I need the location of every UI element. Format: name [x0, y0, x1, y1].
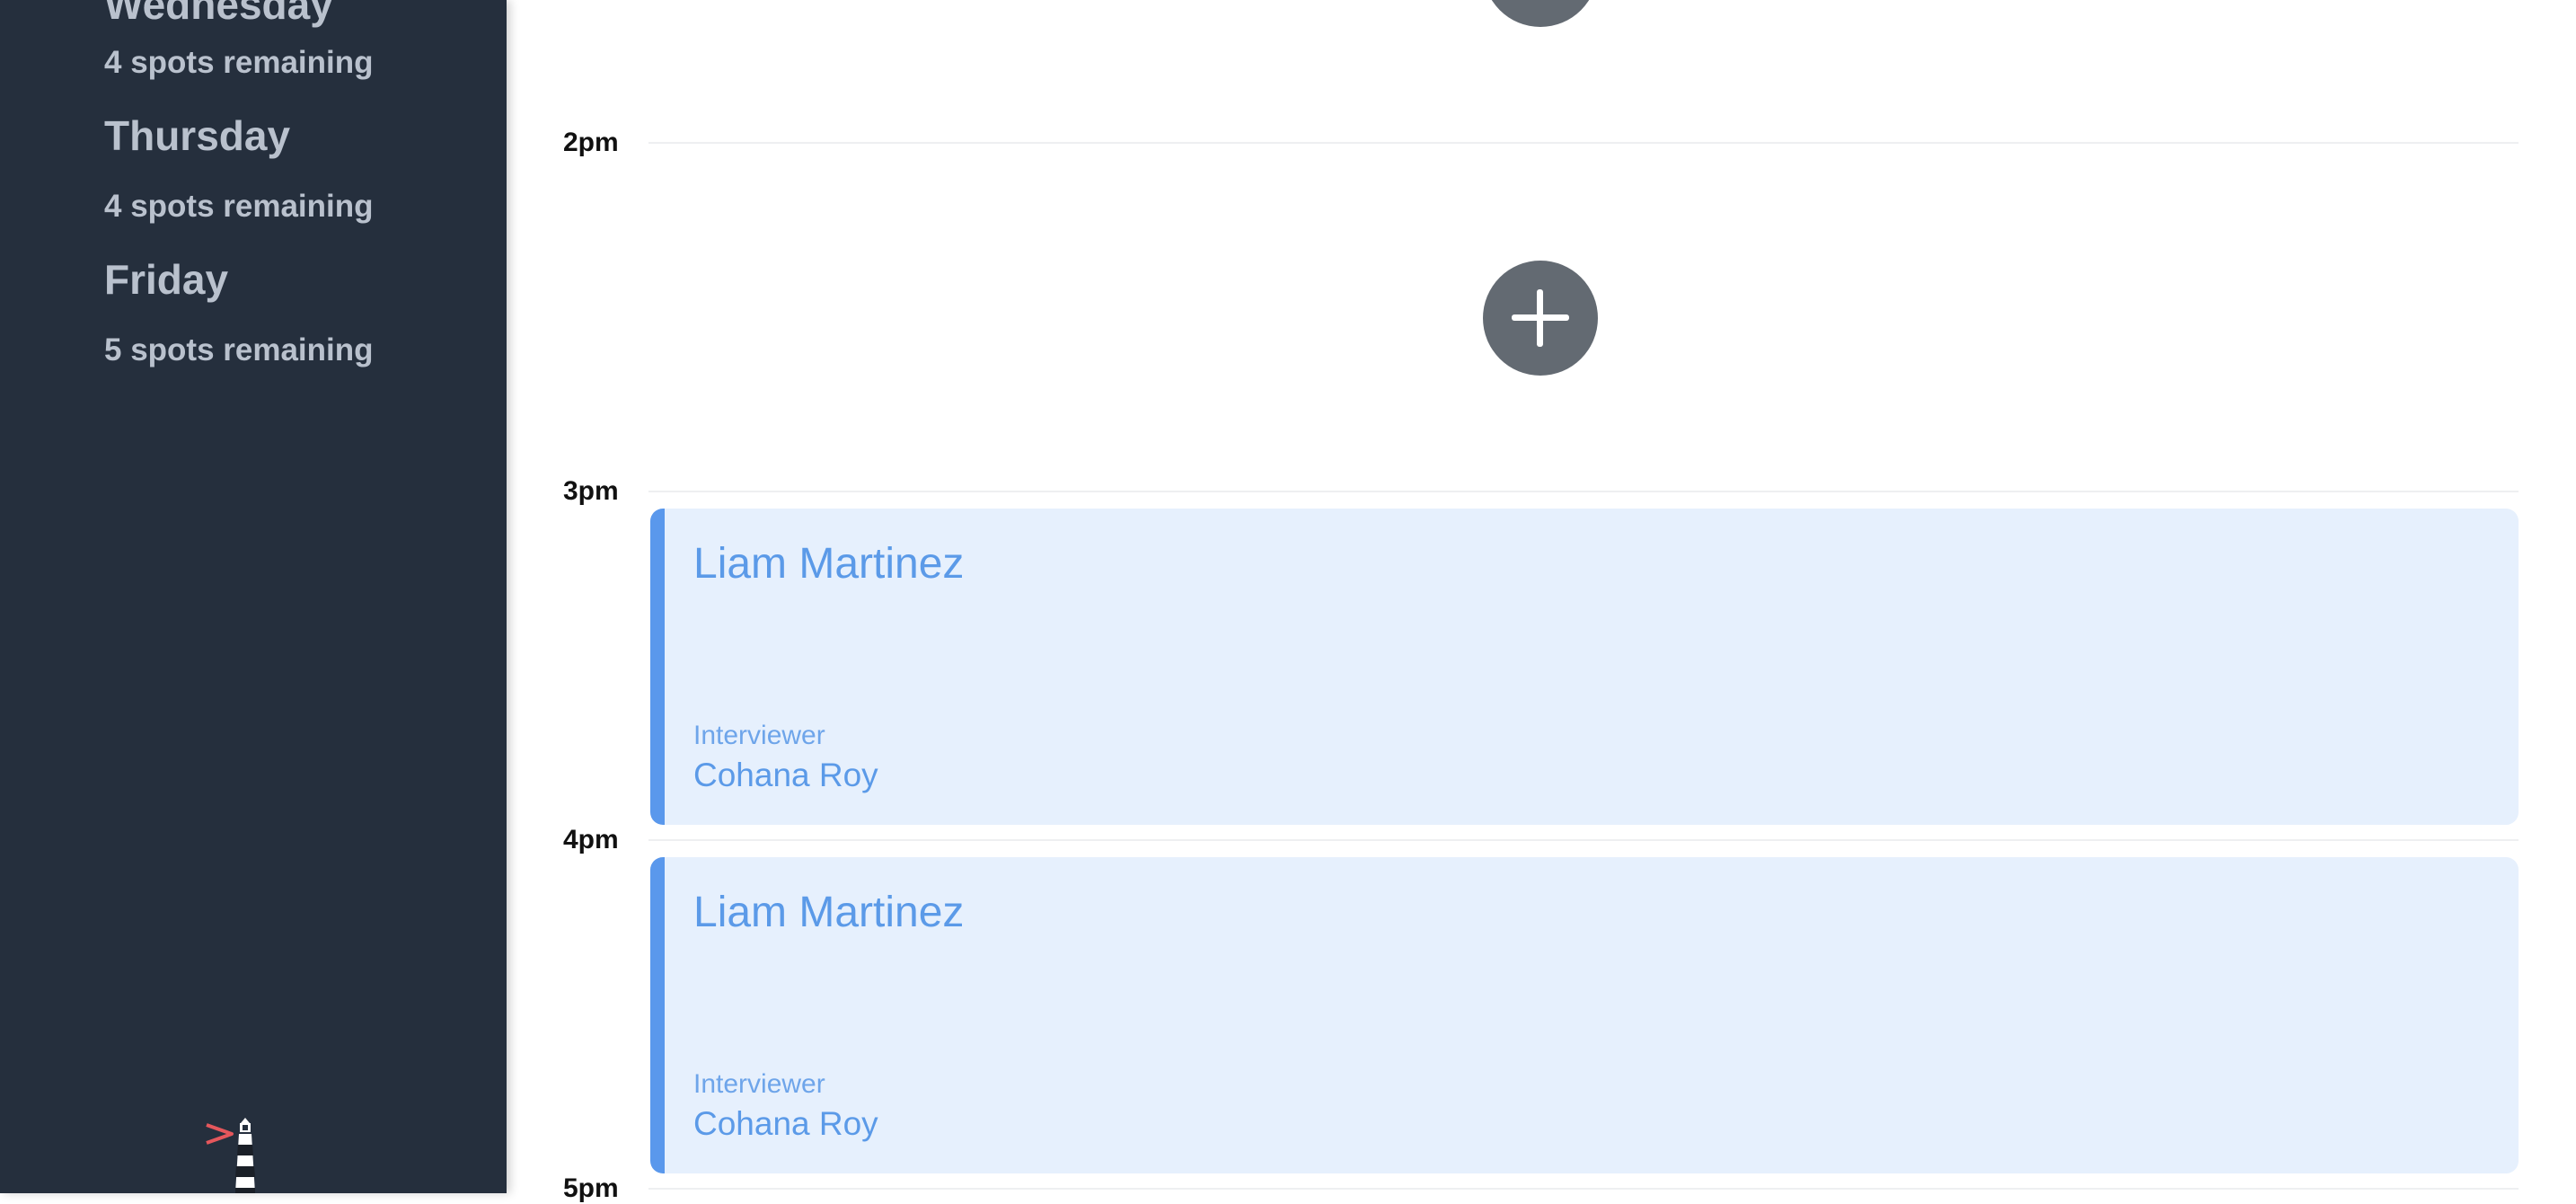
hour-divider: [648, 1188, 2519, 1190]
interview-event-card[interactable]: Liam Martinez Interviewer Cohana Roy: [650, 509, 2519, 825]
candidate-name: Liam Martinez: [693, 540, 965, 588]
hour-label-2pm: 2pm: [563, 128, 619, 157]
add-slot-button[interactable]: [1483, 261, 1598, 376]
candidate-name: Liam Martinez: [693, 889, 965, 936]
lighthouse-icon: [205, 1112, 286, 1193]
add-slot-button[interactable]: [1483, 0, 1598, 27]
hour-divider: [648, 491, 2519, 492]
sidebar: Wednesday 4 spots remaining Thursday 4 s…: [0, 0, 507, 1193]
day-heading-thursday[interactable]: Thursday: [104, 111, 290, 160]
hour-divider: [648, 839, 2519, 841]
spots-remaining-friday: 5 spots remaining: [104, 332, 374, 367]
schedule-timeline: 2pm 3pm Liam Martinez Interviewer Cohana…: [507, 0, 2576, 1203]
day-heading-wednesday[interactable]: Wednesday: [104, 0, 333, 29]
interviewer-label: Interviewer: [693, 721, 825, 750]
spots-remaining-wednesday: 4 spots remaining: [104, 45, 374, 80]
interview-event-card[interactable]: Liam Martinez Interviewer Cohana Roy: [650, 857, 2519, 1173]
interviewer-label: Interviewer: [693, 1069, 825, 1099]
hour-label-5pm: 5pm: [563, 1173, 619, 1203]
hour-label-3pm: 3pm: [563, 476, 619, 506]
interviewer-name: Cohana Roy: [693, 1105, 878, 1142]
day-heading-friday[interactable]: Friday: [104, 255, 228, 304]
hour-label-4pm: 4pm: [563, 825, 619, 854]
interviewer-name: Cohana Roy: [693, 757, 878, 793]
spots-remaining-thursday: 4 spots remaining: [104, 189, 374, 224]
hour-divider: [648, 142, 2519, 144]
